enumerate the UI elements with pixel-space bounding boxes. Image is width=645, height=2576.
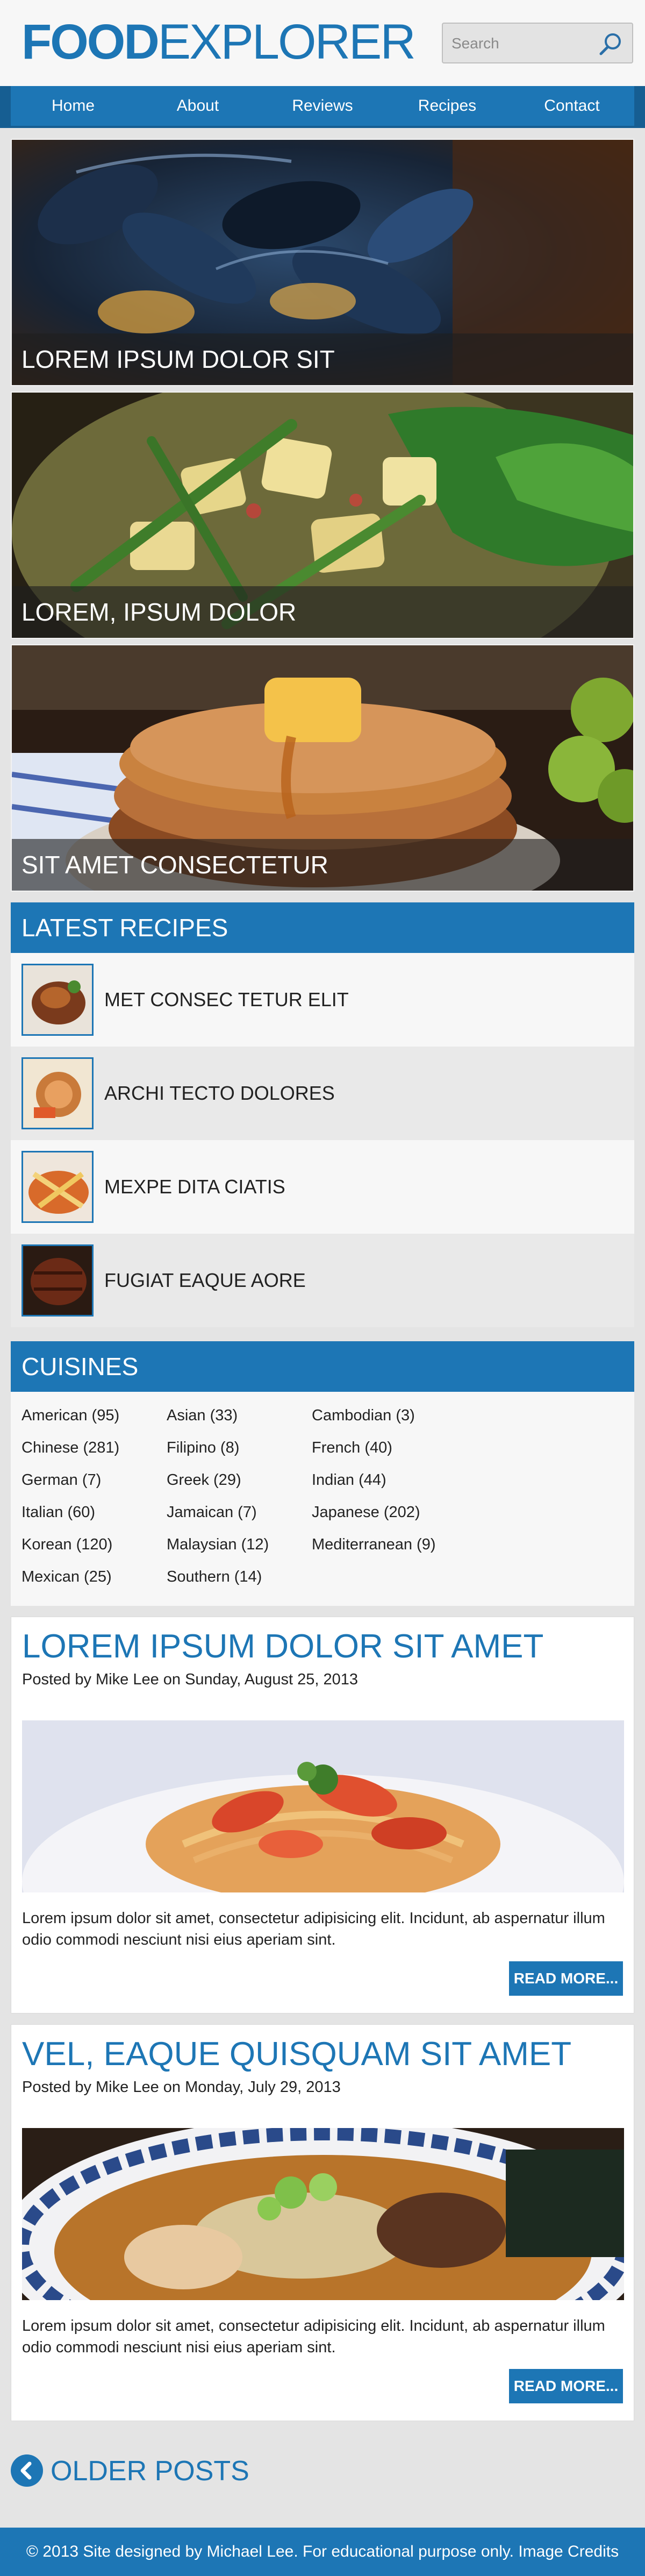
site-logo[interactable]: FOODEXPLORER: [22, 15, 416, 69]
recipe-item[interactable]: MEXPE DITA CIATIS: [11, 1140, 634, 1234]
cuisine-link[interactable]: Filipino (8): [167, 1439, 239, 1457]
nav-edge: [634, 86, 645, 126]
feature-caption: LOREM, IPSUM DOLOR: [12, 586, 633, 638]
feature-slide[interactable]: SIT AMET CONSECTETUR: [11, 644, 634, 892]
cuisines-heading: CUISINES: [11, 1341, 634, 1392]
search-box: [442, 23, 633, 63]
chevron-left-icon[interactable]: [11, 2454, 43, 2487]
post-title[interactable]: LOREM IPSUM DOLOR SIT AMET: [22, 1626, 543, 1668]
nav-contact[interactable]: Contact: [510, 86, 634, 126]
cuisine-link[interactable]: Asian (33): [167, 1407, 238, 1425]
cuisine-link[interactable]: Korean (120): [22, 1536, 112, 1554]
nav-reviews[interactable]: Reviews: [260, 86, 385, 126]
cuisines-list: American (95) Asian (33) Cambodian (3) C…: [11, 1392, 634, 1606]
cuisine-link[interactable]: Malaysian (12): [167, 1536, 269, 1554]
cuisine-link[interactable]: Italian (60): [22, 1504, 95, 1521]
post-excerpt: Lorem ipsum dolor sit amet, consectetur …: [22, 1910, 605, 1948]
feature-caption: SIT AMET CONSECTETUR: [12, 839, 633, 891]
post-title[interactable]: VEL, EAQUE QUISQUAM SIT AMET: [22, 2033, 571, 2075]
feature-slide[interactable]: LOREM IPSUM DOLOR SIT: [11, 139, 634, 386]
recipe-title[interactable]: MET CONSEC TETUR ELIT: [104, 953, 349, 1047]
post-meta: Posted by Mike Lee on Sunday, August 25,…: [22, 1671, 359, 1688]
cuisine-link[interactable]: Greek (29): [167, 1471, 241, 1489]
nav-edge: [0, 86, 11, 126]
recipe-thumbnail: [22, 964, 94, 1036]
older-posts-label[interactable]: OLDER POSTS: [51, 2456, 249, 2487]
cuisine-link[interactable]: Japanese (202): [312, 1504, 420, 1521]
search-input[interactable]: [452, 33, 597, 54]
blog-post: LOREM IPSUM DOLOR SIT AMET Posted by Mik…: [11, 1617, 634, 2013]
site-header: FOODEXPLORER: [0, 0, 645, 86]
nav-about[interactable]: About: [135, 86, 260, 126]
post-excerpt: Lorem ipsum dolor sit amet, consectetur …: [22, 2317, 605, 2356]
post-meta: Posted by Mike Lee on Monday, July 29, 2…: [22, 2079, 341, 2096]
feature-slide[interactable]: LOREM, IPSUM DOLOR: [11, 392, 634, 639]
recipe-title[interactable]: MEXPE DITA CIATIS: [104, 1140, 285, 1234]
post-image: [22, 1720, 624, 1892]
recipe-thumbnail: [22, 1151, 94, 1223]
recipe-item[interactable]: ARCHI TECTO DOLORES: [11, 1047, 634, 1140]
ramen-image: [22, 2128, 624, 2300]
cuisine-link[interactable]: American (95): [22, 1407, 119, 1425]
cuisine-link[interactable]: Mexican (25): [22, 1568, 112, 1586]
cuisine-link[interactable]: Mediterranean (9): [312, 1536, 436, 1554]
search-icon[interactable]: [597, 30, 625, 58]
shrimp-pasta-image: [22, 1720, 624, 1892]
recipe-thumbnail: [22, 1057, 94, 1129]
recipe-title[interactable]: FUGIAT EAQUE AORE: [104, 1234, 306, 1327]
feature-caption: LOREM IPSUM DOLOR SIT: [12, 333, 633, 385]
recipe-item[interactable]: MET CONSEC TETUR ELIT: [11, 953, 634, 1047]
main-nav: Home About Reviews Recipes Contact: [0, 86, 645, 128]
cuisine-link[interactable]: German (7): [22, 1471, 101, 1489]
cuisine-link[interactable]: Southern (14): [167, 1568, 262, 1586]
nav-recipes[interactable]: Recipes: [385, 86, 510, 126]
older-posts-link[interactable]: OLDER POSTS: [11, 2453, 249, 2489]
nav-home[interactable]: Home: [11, 86, 135, 126]
cuisine-link[interactable]: Chinese (281): [22, 1439, 119, 1457]
recipe-item[interactable]: FUGIAT EAQUE AORE: [11, 1234, 634, 1327]
site-footer: © 2013 Site designed by Michael Lee. For…: [0, 2528, 645, 2576]
cuisine-link[interactable]: Cambodian (3): [312, 1407, 415, 1425]
read-more-button[interactable]: READ MORE...: [509, 2369, 623, 2403]
post-image: [22, 2128, 624, 2300]
read-more-button[interactable]: READ MORE...: [509, 1961, 623, 1996]
cuisine-link[interactable]: Indian (44): [312, 1471, 386, 1489]
cuisine-link[interactable]: Jamaican (7): [167, 1504, 257, 1521]
latest-recipes-heading: LATEST RECIPES: [11, 902, 634, 953]
cuisine-link[interactable]: French (40): [312, 1439, 392, 1457]
recipe-title[interactable]: ARCHI TECTO DOLORES: [104, 1047, 335, 1140]
blog-post: VEL, EAQUE QUISQUAM SIT AMET Posted by M…: [11, 2024, 634, 2421]
recipe-thumbnail: [22, 1244, 94, 1317]
